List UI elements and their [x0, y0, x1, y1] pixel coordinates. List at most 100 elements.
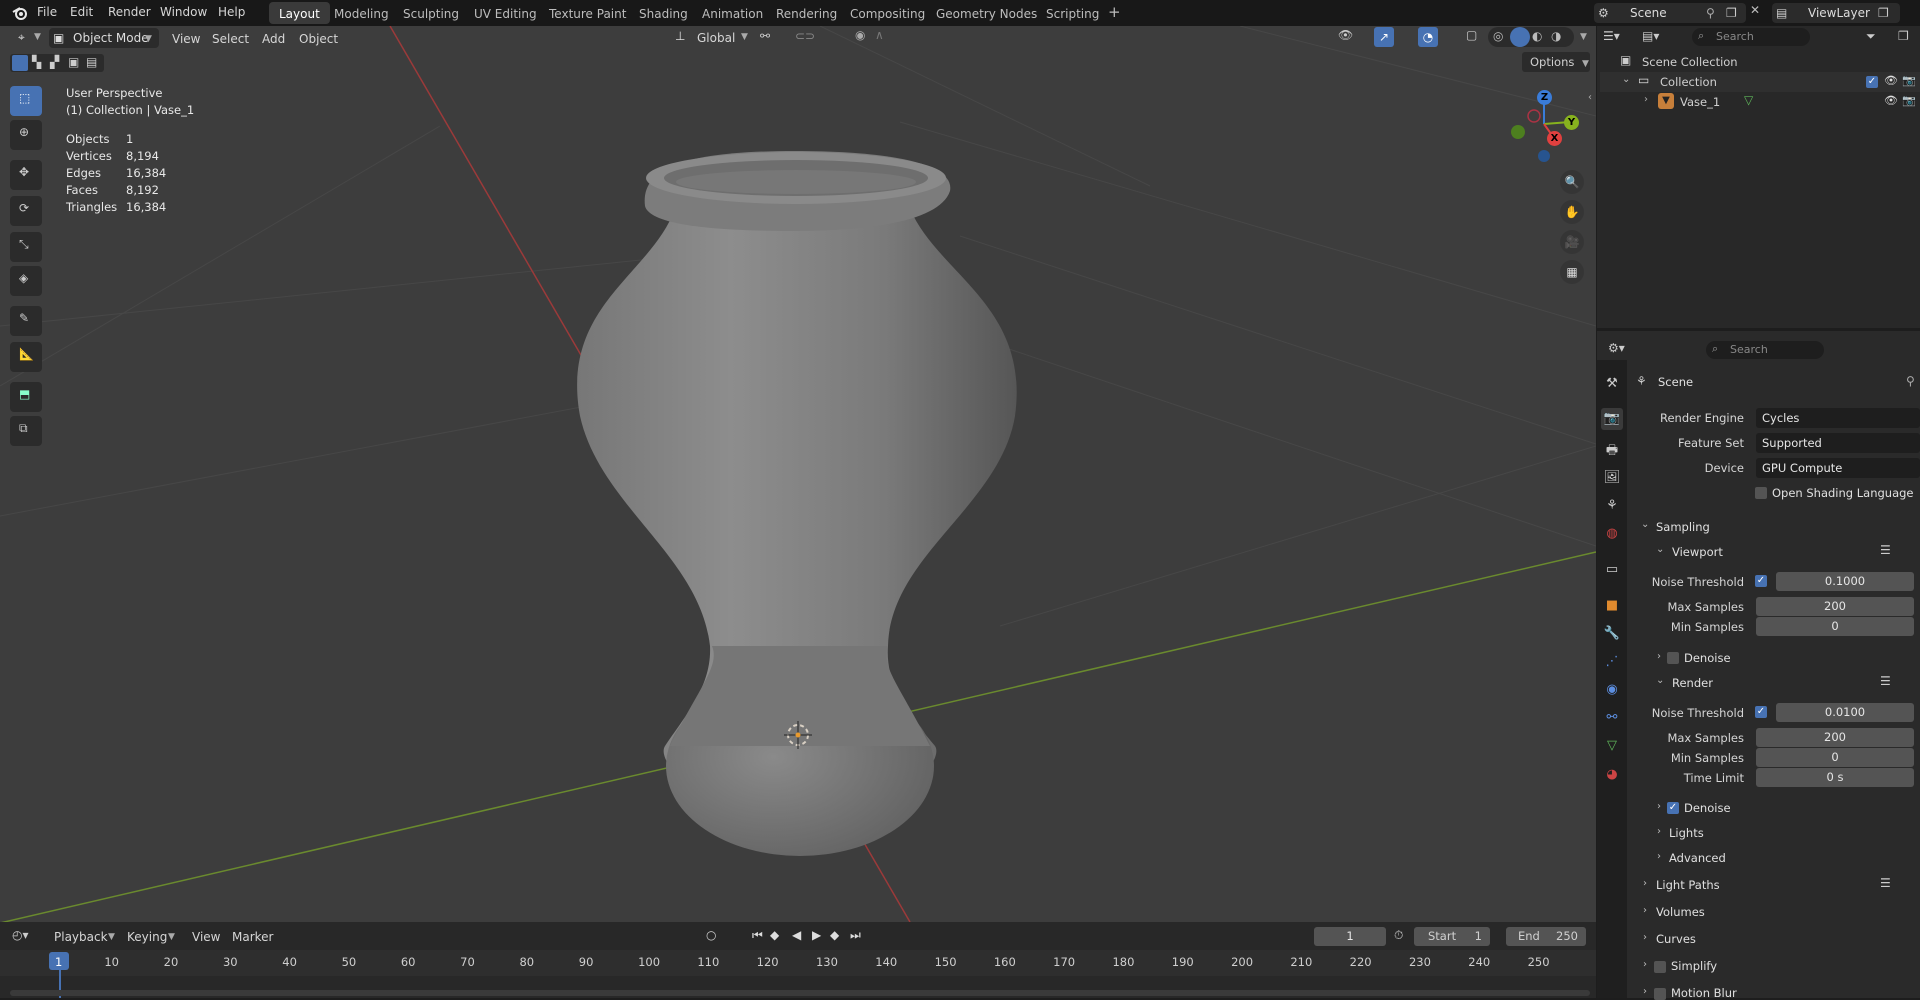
blender-logo-icon[interactable] [12, 5, 28, 21]
filter-icon[interactable]: ⏷ [1866, 29, 1876, 44]
transform-orientation-selector[interactable]: ⊥ Global ▼ [675, 28, 751, 48]
add-workspace-button[interactable]: + [1108, 0, 1121, 26]
mesh-data-icon[interactable]: ▽ [1744, 93, 1753, 107]
current-frame-field[interactable]: 1 [1314, 927, 1386, 946]
tool-tab-icon[interactable]: ⚒ [1601, 373, 1623, 395]
tab-uv-editing[interactable]: UV Editing [464, 2, 547, 24]
chevron-right-icon[interactable]: › [1657, 826, 1661, 837]
r-noise-threshold-field[interactable]: 0.0100 [1776, 703, 1914, 722]
light-paths-section[interactable]: Light Paths [1656, 878, 1720, 892]
cursor-tool[interactable]: ⊕ [10, 120, 42, 150]
rendered-shading-icon[interactable]: ◑ [1551, 29, 1561, 43]
new-scene-icon[interactable]: ❐ [1726, 3, 1737, 23]
motion-blur-checkbox[interactable] [1654, 988, 1666, 1000]
wireframe-shading-icon[interactable]: ◎ [1493, 29, 1503, 43]
gizmo-z[interactable]: Z [1537, 90, 1552, 105]
render-subsection[interactable]: Render [1672, 676, 1713, 690]
chevron-down-icon[interactable]: ⌄ [1656, 675, 1664, 686]
menu-file[interactable]: File [37, 0, 57, 26]
vp-max-samples-field[interactable]: 200 [1756, 597, 1914, 616]
material-shading-icon[interactable]: ◐ [1532, 29, 1542, 43]
delete-scene-icon[interactable]: ✕ [1750, 3, 1760, 17]
select-extend-icon[interactable]: ▚ [32, 55, 41, 69]
chevron-right-icon[interactable]: › [1657, 801, 1661, 812]
chevron-right-icon[interactable]: › [1644, 94, 1648, 105]
select-invert-icon[interactable]: ▣ [68, 55, 79, 69]
r-max-samples-field[interactable]: 200 [1756, 728, 1914, 747]
outliner-row-scene-collection[interactable]: ▣ Scene Collection [1600, 52, 1920, 72]
pivot-icon[interactable]: ⚯ [760, 29, 770, 43]
render-engine-dropdown[interactable]: Cycles [1756, 408, 1920, 428]
scale-tool[interactable]: ⤡ [10, 232, 42, 262]
time-limit-field[interactable]: 0 s [1756, 768, 1914, 787]
timeline-scrollbar[interactable] [10, 990, 1590, 996]
pin-icon[interactable]: ⚲ [1906, 374, 1915, 388]
chevron-right-icon[interactable]: › [1643, 986, 1647, 997]
add-cube-tool[interactable]: ⬒ [10, 382, 42, 412]
falloff-icon[interactable]: ∧ [875, 28, 884, 42]
tab-modeling[interactable]: Modeling [324, 2, 399, 24]
gizmo-y[interactable]: Y [1564, 115, 1579, 130]
prev-keyframe-icon[interactable]: ◆ [770, 928, 779, 942]
simplify-checkbox[interactable] [1654, 961, 1666, 973]
collection-exclude-checkbox[interactable]: ✓ [1866, 76, 1878, 88]
transform-tool[interactable]: ◈ [10, 266, 42, 296]
chevron-down-icon[interactable]: ⌄ [1656, 544, 1664, 555]
new-collection-icon[interactable]: ❐ [1898, 29, 1909, 43]
ortho-grid-icon[interactable]: ▦ [1560, 260, 1584, 284]
advanced-subsection[interactable]: Advanced [1669, 851, 1726, 865]
timeline-menu-marker[interactable]: Marker [232, 927, 273, 947]
display-mode-icon[interactable]: ▤▾ [1642, 29, 1672, 49]
volumes-section[interactable]: Volumes [1656, 905, 1705, 919]
lights-subsection[interactable]: Lights [1669, 826, 1704, 840]
preset-list-icon[interactable]: ☰ [1880, 543, 1891, 557]
chevron-right-icon[interactable]: › [1657, 651, 1661, 662]
r-min-samples-field[interactable]: 0 [1756, 748, 1914, 767]
tab-scripting[interactable]: Scripting [1036, 2, 1109, 24]
particles-tab-icon[interactable]: ⋰ [1601, 651, 1623, 673]
menu-window[interactable]: Window [160, 0, 207, 26]
scene-tab-icon[interactable]: ⚘ [1601, 495, 1623, 517]
visibility-icon[interactable]: 👁 [1338, 28, 1353, 42]
vp-noise-threshold-field[interactable]: 0.1000 [1776, 572, 1914, 591]
mode-selector[interactable]: ▣ Object Mode ▼ [49, 28, 159, 48]
osl-checkbox[interactable] [1755, 487, 1767, 499]
viewport-menu-select[interactable]: Select [212, 29, 249, 49]
viewport-menu-object[interactable]: Object [299, 29, 338, 49]
timeline-menu-playback[interactable]: Playback [54, 927, 108, 947]
select-subtract-icon[interactable]: ▞ [50, 55, 59, 69]
r-denoise-label[interactable]: Denoise [1684, 801, 1731, 815]
tab-shading[interactable]: Shading [629, 2, 698, 24]
jump-end-icon[interactable]: ⏭ [850, 928, 861, 943]
options-dropdown[interactable]: Options ▼ [1522, 52, 1590, 72]
chevron-down-icon[interactable]: ⌄ [1622, 74, 1630, 85]
menu-help[interactable]: Help [218, 0, 245, 26]
vase-object[interactable] [577, 151, 1017, 856]
menu-edit[interactable]: Edit [70, 0, 93, 26]
pin-icon[interactable]: ⚲ [1706, 3, 1715, 23]
preset-list-icon[interactable]: ☰ [1880, 674, 1891, 688]
menu-render[interactable]: Render [108, 0, 151, 26]
new-view-layer-icon[interactable]: ❐ [1878, 3, 1889, 23]
pan-hand-icon[interactable]: ✋ [1560, 200, 1584, 224]
chevron-right-icon[interactable]: › [1643, 878, 1647, 889]
outliner-editor-type-icon[interactable]: ☰▾ [1603, 29, 1633, 49]
navigation-gizmo[interactable]: Z Y X [1496, 84, 1586, 168]
3d-viewport[interactable] [0, 26, 1596, 922]
tab-geometry-nodes[interactable]: Geometry Nodes [926, 2, 1047, 24]
chevron-right-icon[interactable]: › [1657, 851, 1661, 862]
tab-compositing[interactable]: Compositing [840, 2, 935, 24]
chevron-right-icon[interactable]: › [1643, 932, 1647, 943]
tab-texture-paint[interactable]: Texture Paint [539, 2, 636, 24]
properties-search-input[interactable]: ⌕ Search [1706, 341, 1824, 359]
timeline-menu-keying[interactable]: Keying [127, 927, 167, 947]
chevron-right-icon[interactable]: › [1643, 959, 1647, 970]
r-noise-threshold-checkbox[interactable]: ✓ [1755, 706, 1767, 718]
viewport-menu-view[interactable]: View [172, 29, 200, 49]
snap-icon[interactable]: ⊂⊃ [795, 29, 815, 43]
viewport-menu-add[interactable]: Add [262, 29, 285, 49]
sidebar-toggle-icon[interactable]: ‹ [1588, 92, 1592, 103]
curves-section[interactable]: Curves [1656, 932, 1696, 946]
stopwatch-icon[interactable]: ⏱ [1394, 928, 1403, 943]
vp-denoise-checkbox[interactable] [1667, 652, 1679, 664]
